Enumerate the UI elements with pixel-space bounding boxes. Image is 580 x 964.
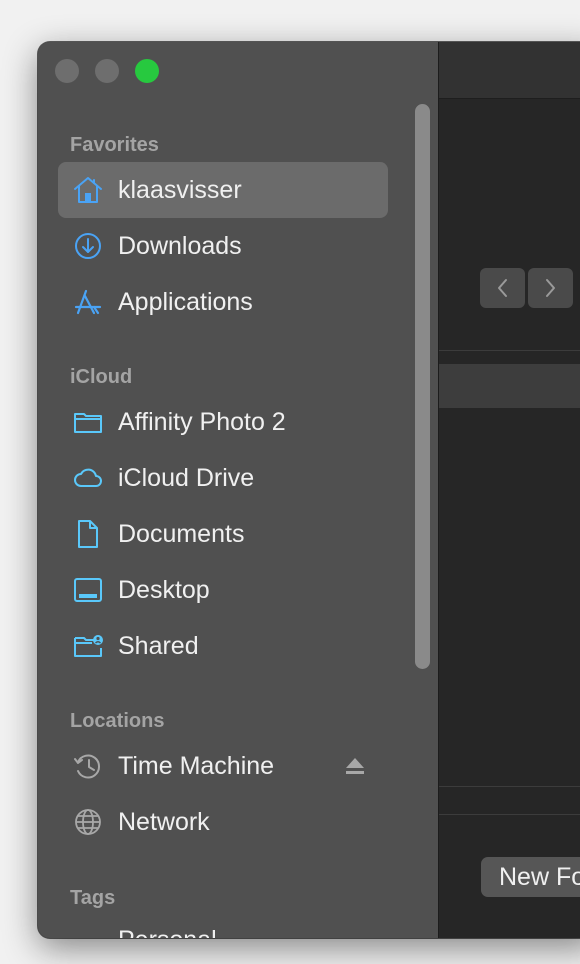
- close-window-button[interactable]: [55, 59, 79, 83]
- toolbar: [439, 42, 580, 99]
- sidebar-item-label: Network: [118, 808, 210, 836]
- sidebar-item-applications[interactable]: Applications: [58, 274, 388, 330]
- minimize-window-button[interactable]: [95, 59, 119, 83]
- sidebar-item-label: Affinity Photo 2: [118, 408, 286, 436]
- sidebar-item-shared[interactable]: Shared: [58, 618, 388, 674]
- sidebar-item-affinity-photo-2[interactable]: Affinity Photo 2: [58, 394, 388, 450]
- sidebar-item-tag-personal[interactable]: Personal: [58, 912, 388, 938]
- sidebar-item-label: Desktop: [118, 576, 210, 604]
- sidebar-item-time-machine[interactable]: Time Machine: [58, 738, 388, 794]
- divider: [439, 786, 580, 787]
- tag-color-dot-icon: [72, 924, 104, 938]
- main-pane: New Folder: [439, 42, 580, 938]
- sidebar-item-label: Documents: [118, 520, 245, 548]
- download-circle-icon: [72, 230, 104, 262]
- sidebar-item-desktop[interactable]: Desktop: [58, 562, 388, 618]
- sidebar-item-label: Downloads: [118, 232, 242, 260]
- sidebar: Favorites klaasvisser Downloads Applicat…: [38, 42, 439, 938]
- time-machine-icon: [72, 750, 104, 782]
- sidebar-item-label: Applications: [118, 288, 253, 316]
- sidebar-item-network[interactable]: Network: [58, 794, 388, 850]
- sidebar-item-label: iCloud Drive: [118, 464, 255, 492]
- section-title-locations: Locations: [70, 710, 165, 732]
- divider: [439, 814, 580, 815]
- zoom-window-button[interactable]: [135, 59, 159, 83]
- document-icon: [72, 518, 104, 550]
- sidebar-item-icloud-drive[interactable]: iCloud Drive: [58, 450, 388, 506]
- column-header: [439, 364, 580, 408]
- sidebar-item-label: klaasvisser: [118, 176, 242, 204]
- section-title-tags: Tags: [70, 887, 116, 909]
- chevron-right-icon: [528, 268, 573, 308]
- new-folder-button[interactable]: New Folder: [481, 857, 580, 897]
- cloud-icon: [72, 462, 104, 494]
- sidebar-item-label: Shared: [118, 632, 199, 660]
- chevron-left-icon: [480, 268, 525, 308]
- sidebar-item-label: Time Machine: [118, 752, 275, 780]
- sidebar-item-downloads[interactable]: Downloads: [58, 218, 388, 274]
- desktop-icon: [72, 574, 104, 606]
- section-title-icloud: iCloud: [70, 366, 133, 388]
- forward-button[interactable]: [528, 268, 573, 308]
- home-icon: [72, 174, 104, 206]
- section-title-favorites: Favorites: [70, 134, 159, 156]
- finder-window: Favorites klaasvisser Downloads Applicat…: [38, 42, 580, 938]
- shared-folder-icon: [72, 630, 104, 662]
- eject-icon[interactable]: [344, 755, 366, 777]
- sidebar-scrollbar[interactable]: [415, 104, 430, 669]
- divider: [439, 350, 580, 351]
- back-button[interactable]: [480, 268, 525, 308]
- sidebar-item-home[interactable]: klaasvisser: [58, 162, 388, 218]
- sidebar-item-documents[interactable]: Documents: [58, 506, 388, 562]
- app-store-a-icon: [72, 286, 104, 318]
- globe-network-icon: [72, 806, 104, 838]
- sidebar-item-label: Personal: [118, 926, 217, 938]
- folder-icon: [72, 406, 104, 438]
